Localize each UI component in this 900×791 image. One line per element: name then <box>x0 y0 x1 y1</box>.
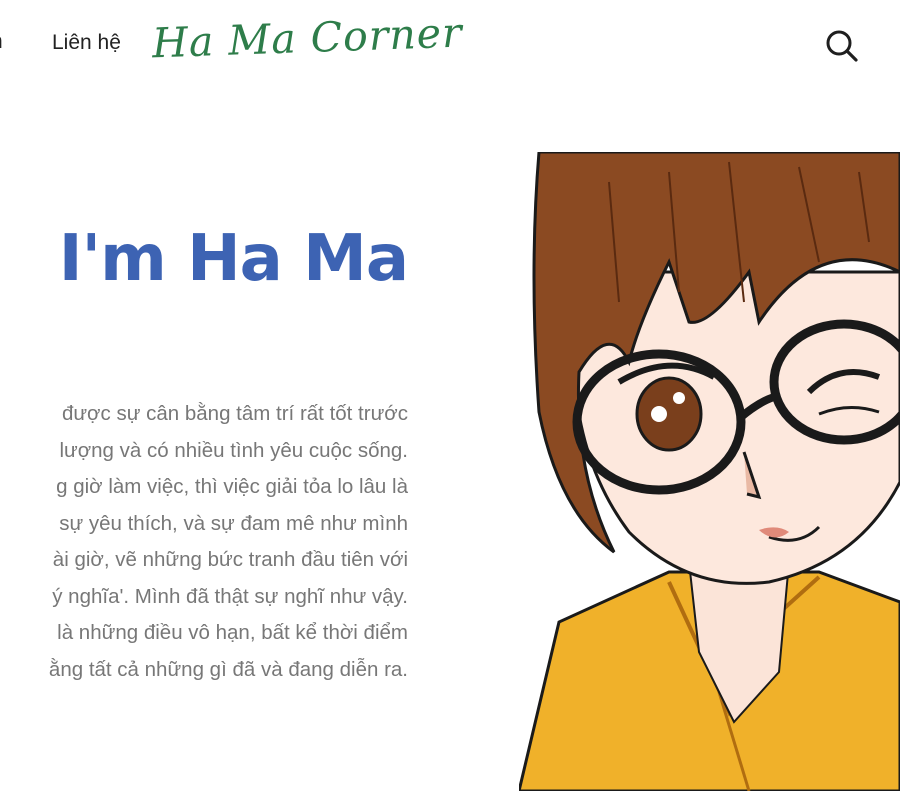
intro-line: sự yêu thích, và sự đam mê như mình <box>59 511 408 535</box>
intro-line: ài giờ, vẽ những bức tranh đầu tiên với <box>52 548 408 571</box>
site-logo[interactable]: Ha Ma Corner <box>151 9 463 68</box>
intro-line: được sự cân bằng tâm trí rất tốt trước <box>61 402 408 425</box>
page-title: I'm Ha Ma <box>58 222 409 296</box>
intro-line: lượng và có nhiều tình yêu cuộc sống. <box>59 438 408 462</box>
search-icon <box>826 30 858 62</box>
intro-line: g giờ làm việc, thì việc giải tỏa lo lâu… <box>56 475 408 498</box>
search-button[interactable] <box>822 26 860 64</box>
intro-line: ằng tất cả những gì đã và đang diễn ra. <box>48 657 408 681</box>
author-portrait-illustration <box>519 152 900 791</box>
intro-paragraph: được sự cân bằng tâm trí rất tốt trước l… <box>0 396 408 688</box>
intro-line: là những điều vô hạn, bất kể thời điểm <box>57 621 408 644</box>
intro-line: ý nghĩa'. Mình đã thật sự nghĩ như vậy. <box>52 584 408 608</box>
nav-item-truncated[interactable]: n <box>0 30 3 54</box>
nav-item-contact[interactable]: Liên hệ <box>52 31 121 55</box>
